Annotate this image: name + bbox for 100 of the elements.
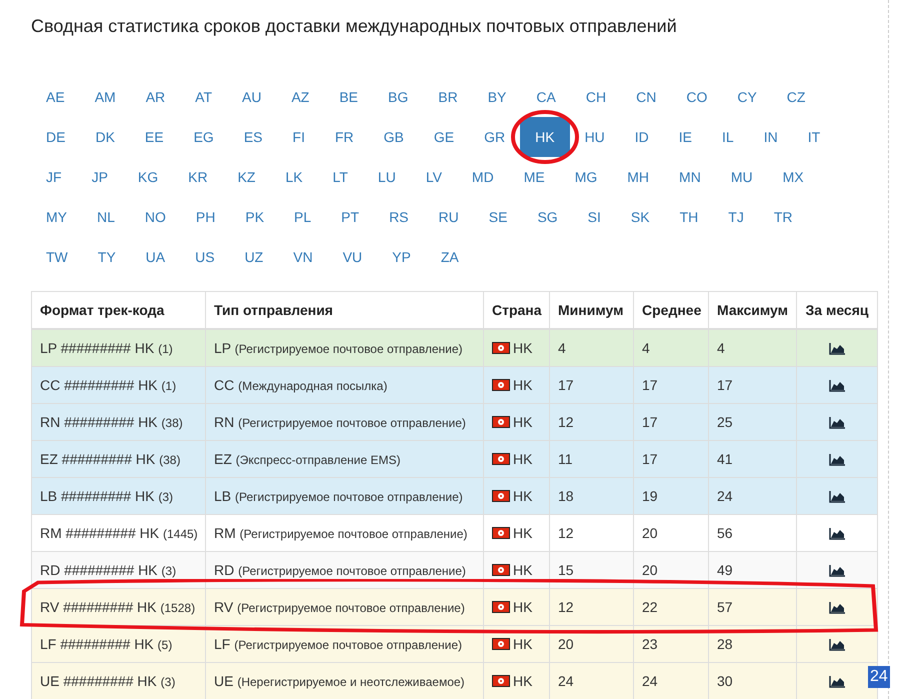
country-tab[interactable]: GB bbox=[368, 117, 419, 157]
country-tab[interactable]: LU bbox=[362, 157, 411, 197]
country-tab[interactable]: BY bbox=[472, 77, 522, 117]
country-tab[interactable]: KZ bbox=[222, 157, 270, 197]
country-tab[interactable]: BG bbox=[373, 77, 424, 117]
area-chart-icon[interactable] bbox=[829, 454, 845, 466]
country-tab[interactable]: MU bbox=[716, 157, 768, 197]
country-tab[interactable]: SI bbox=[572, 197, 616, 237]
country-tab[interactable]: GE bbox=[418, 117, 470, 157]
area-chart-icon[interactable] bbox=[829, 676, 845, 688]
country-tab[interactable]: NL bbox=[82, 197, 130, 237]
country-tab[interactable]: MG bbox=[560, 157, 612, 197]
country-tab[interactable]: TR bbox=[758, 197, 808, 237]
area-chart-icon[interactable] bbox=[829, 343, 845, 356]
country-tab[interactable]: IT bbox=[792, 117, 836, 157]
country-tab[interactable]: KG bbox=[122, 157, 174, 197]
area-chart-icon[interactable] bbox=[829, 639, 845, 652]
area-chart-icon[interactable] bbox=[829, 565, 845, 578]
type-code: UE bbox=[214, 673, 234, 689]
country-tab[interactable]: CZ bbox=[772, 77, 820, 117]
country-tab[interactable]: TY bbox=[82, 237, 131, 277]
country-tab[interactable]: VU bbox=[328, 237, 378, 277]
country-tab[interactable]: IE bbox=[664, 117, 708, 157]
country-tab[interactable]: AZ bbox=[276, 77, 324, 117]
country-tab[interactable]: TJ bbox=[713, 197, 759, 237]
country-tab[interactable]: MD bbox=[456, 157, 509, 197]
country-tab[interactable]: MY bbox=[31, 197, 82, 237]
type-name: (Регистрируемое почтовое отправление) bbox=[234, 638, 462, 652]
area-chart-icon[interactable] bbox=[829, 491, 845, 504]
country-tab[interactable]: JP bbox=[76, 157, 123, 197]
country-tab[interactable]: AU bbox=[227, 77, 276, 117]
country-tab[interactable]: HK bbox=[520, 117, 570, 157]
avg-days: 24 bbox=[642, 673, 658, 689]
country-tab[interactable]: ID bbox=[620, 117, 664, 157]
country-tab[interactable]: MN bbox=[664, 157, 716, 197]
country-tab[interactable]: SG bbox=[522, 197, 573, 237]
flag-icon bbox=[492, 416, 510, 428]
country-tab[interactable]: EE bbox=[130, 117, 179, 157]
country-tab[interactable]: LK bbox=[270, 157, 318, 197]
country-tab[interactable]: AT bbox=[180, 77, 227, 117]
country-tab[interactable]: PK bbox=[230, 197, 280, 237]
country-tab[interactable]: IL bbox=[707, 117, 749, 157]
track-count: (38) bbox=[161, 416, 183, 430]
country-tab[interactable]: LV bbox=[410, 157, 457, 197]
country-tab[interactable]: AE bbox=[31, 77, 80, 117]
country-tab[interactable]: AR bbox=[130, 77, 180, 117]
country-tab[interactable]: IN bbox=[748, 117, 793, 157]
country-tab[interactable]: US bbox=[180, 237, 230, 277]
avg-days: 22 bbox=[642, 599, 658, 615]
country-tab[interactable]: BE bbox=[324, 77, 374, 117]
country-tab[interactable]: ES bbox=[228, 117, 278, 157]
country-tab[interactable]: AM bbox=[80, 77, 131, 117]
country-tab[interactable]: MH bbox=[612, 157, 664, 197]
country-tab[interactable]: NO bbox=[130, 197, 181, 237]
country-tab[interactable]: TH bbox=[664, 197, 714, 237]
track-format: LF ######### HK bbox=[40, 636, 154, 652]
area-chart-icon[interactable] bbox=[829, 380, 845, 392]
country-tab[interactable]: LT bbox=[318, 157, 363, 197]
country-tab[interactable]: PL bbox=[279, 197, 326, 237]
country-tab[interactable]: ZA bbox=[426, 237, 474, 277]
country-tab[interactable]: PH bbox=[180, 197, 230, 237]
country-tab[interactable]: ME bbox=[508, 157, 560, 197]
country-tab[interactable]: TW bbox=[31, 237, 83, 277]
country-tab[interactable]: GR bbox=[469, 117, 520, 157]
country-tab[interactable]: RS bbox=[374, 197, 424, 237]
country-tab[interactable]: SK bbox=[616, 197, 665, 237]
country-tab[interactable]: CH bbox=[570, 77, 622, 117]
track-format: LP ######### HK bbox=[40, 340, 154, 356]
country-tab[interactable]: FI bbox=[278, 117, 320, 157]
country-tab[interactable]: KR bbox=[173, 157, 223, 197]
type-code: LP bbox=[214, 340, 231, 356]
track-format: EZ ######### HK bbox=[40, 451, 156, 467]
max-days: 25 bbox=[717, 414, 733, 430]
track-count: (3) bbox=[161, 564, 176, 578]
country-tab[interactable]: UA bbox=[130, 237, 180, 277]
country-tab[interactable]: DK bbox=[80, 117, 130, 157]
country-tab[interactable]: UZ bbox=[230, 237, 278, 277]
country-tab[interactable]: MX bbox=[768, 157, 819, 197]
avg-days: 23 bbox=[642, 636, 658, 652]
country-tab[interactable]: DE bbox=[31, 117, 80, 157]
country-tab[interactable]: PT bbox=[326, 197, 374, 237]
country-tab[interactable]: BR bbox=[423, 77, 473, 117]
country-tab[interactable]: RU bbox=[424, 197, 474, 237]
country-tab[interactable]: CA bbox=[521, 77, 571, 117]
country-tab[interactable]: HU bbox=[570, 117, 620, 157]
country-tab[interactable]: CO bbox=[671, 77, 722, 117]
country-tab[interactable]: VN bbox=[278, 237, 328, 277]
area-chart-icon[interactable] bbox=[829, 528, 845, 540]
area-chart-icon[interactable] bbox=[829, 602, 845, 614]
country-tab[interactable]: CN bbox=[621, 77, 672, 117]
max-days: 57 bbox=[717, 599, 733, 615]
country-code: HK bbox=[513, 376, 532, 392]
country-tab[interactable]: SE bbox=[474, 197, 522, 237]
area-chart-icon[interactable] bbox=[829, 417, 845, 430]
country-tab[interactable]: CY bbox=[722, 77, 772, 117]
country-tab[interactable]: YP bbox=[377, 237, 426, 277]
country-tab[interactable]: EG bbox=[178, 117, 229, 157]
country-tab[interactable]: FR bbox=[320, 117, 369, 157]
country-tab[interactable]: JF bbox=[31, 157, 77, 197]
flag-icon bbox=[492, 342, 510, 354]
